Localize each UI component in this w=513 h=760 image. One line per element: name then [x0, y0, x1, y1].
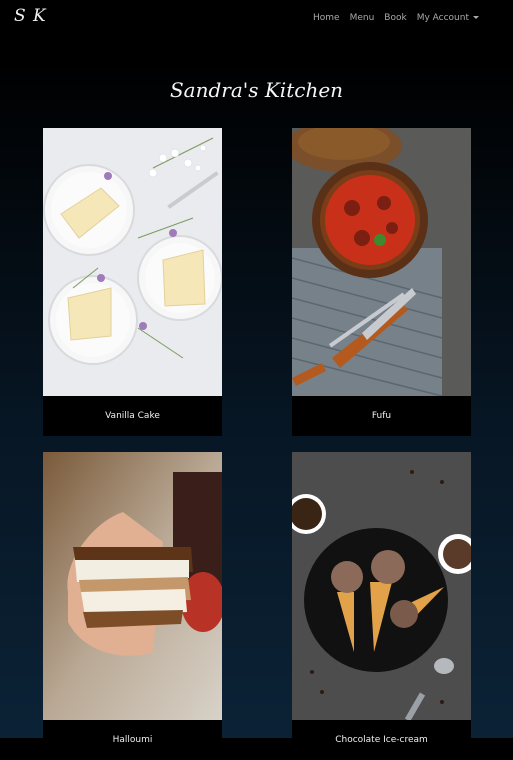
card-title: Fufu — [371, 411, 392, 421]
chocolate-ice-cream-illustration — [292, 452, 471, 720]
nav-menu: Home Menu Book My Account — [313, 13, 479, 23]
vanilla-cake-illustration — [43, 128, 222, 396]
nav-home[interactable]: Home — [313, 13, 340, 23]
card-vanilla-cake[interactable]: Vanilla Cake — [43, 128, 222, 436]
brand-logo[interactable]: S K — [14, 6, 47, 26]
page-title: Sandra's Kitchen — [169, 78, 344, 102]
card-chocolate-ice-cream[interactable]: Chocolate Ice-cream — [292, 452, 471, 760]
nav-menu-link[interactable]: Menu — [350, 13, 375, 23]
nav-my-account-label: My Account — [416, 13, 469, 23]
card-image-chocolate-ice-cream — [292, 452, 471, 720]
navbar: S K Home Menu Book My Account — [0, 0, 513, 38]
card-image-halloumi — [43, 452, 222, 720]
card-image-vanilla-cake — [43, 128, 222, 396]
card-fufu[interactable]: Fufu — [292, 128, 471, 436]
halloumi-illustration — [43, 452, 222, 720]
card-halloumi[interactable]: Halloumi — [43, 452, 222, 760]
nav-my-account[interactable]: My Account — [417, 13, 479, 23]
card-title: Halloumi — [112, 735, 153, 745]
chevron-down-icon — [473, 16, 479, 19]
card-title: Vanilla Cake — [105, 411, 160, 421]
card-title: Chocolate Ice-cream — [335, 735, 428, 745]
nav-book[interactable]: Book — [384, 13, 406, 23]
fufu-illustration — [292, 128, 471, 396]
card-image-fufu — [292, 128, 471, 396]
